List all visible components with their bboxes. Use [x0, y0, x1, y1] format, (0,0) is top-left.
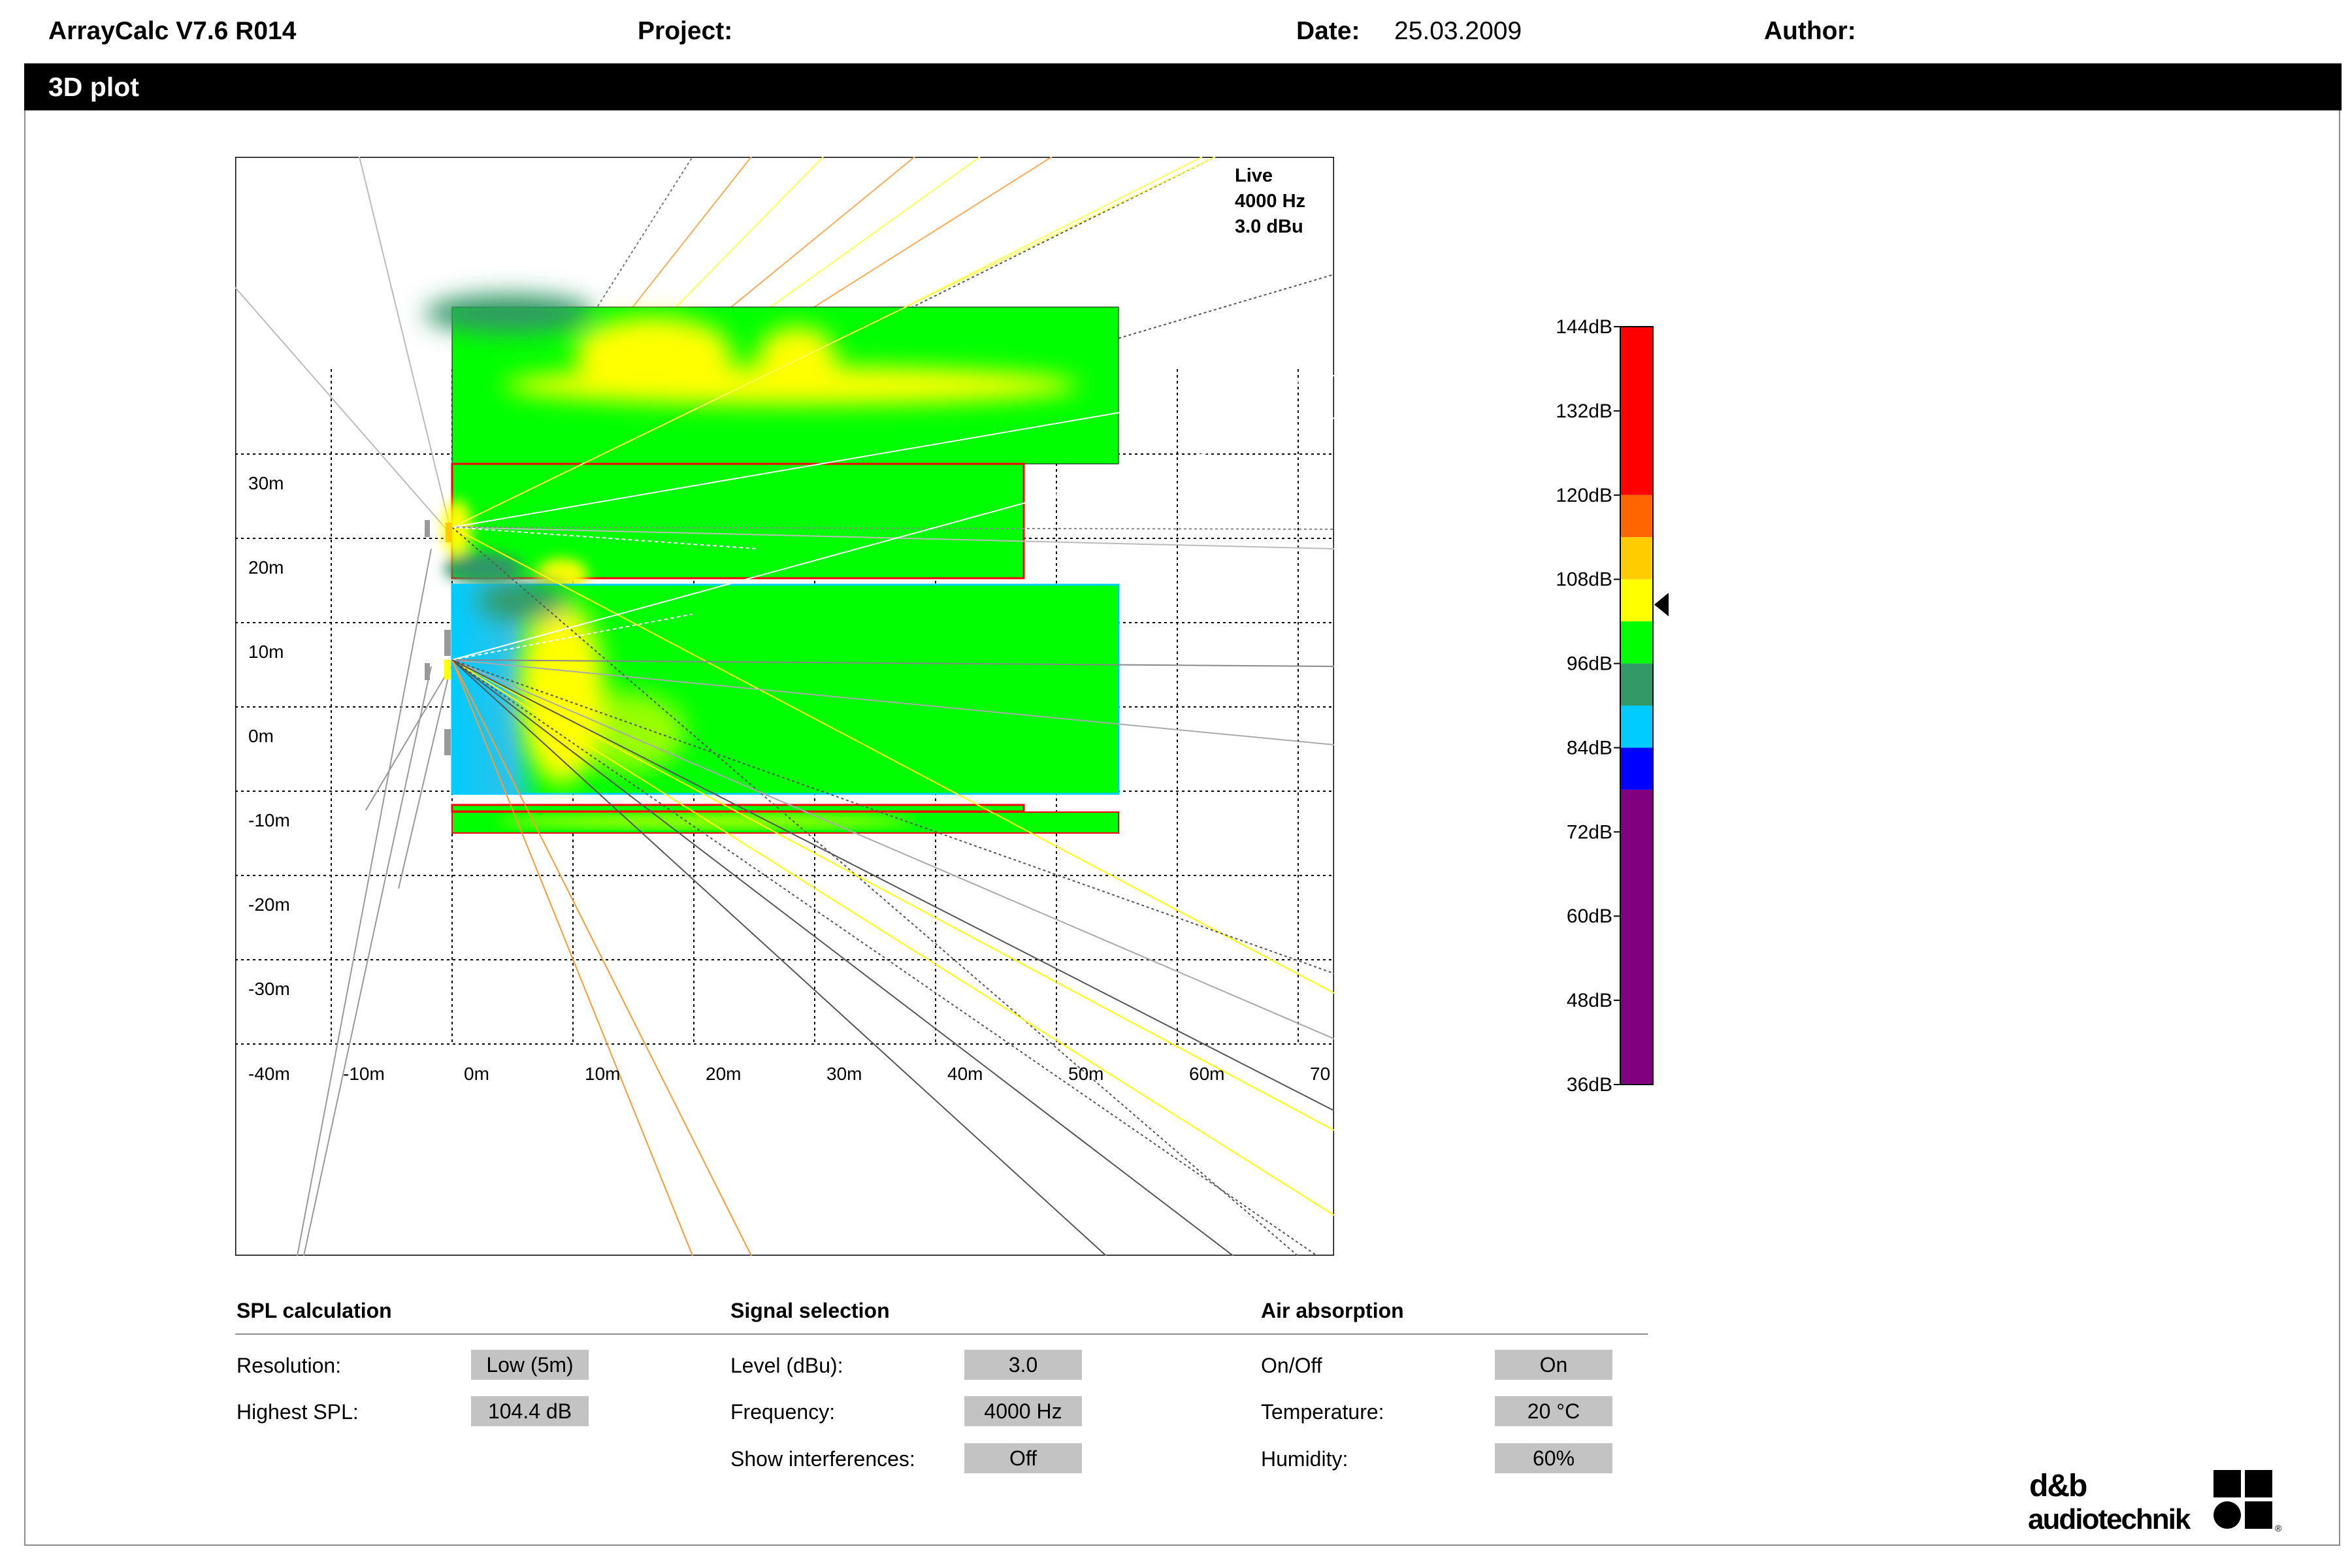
- color-band: [1620, 621, 1653, 664]
- color-scale-label: 48dB: [1567, 990, 1612, 1011]
- resolution-value[interactable]: Low (5m): [471, 1350, 589, 1380]
- absorption-onoff-label: On/Off: [1261, 1354, 1322, 1377]
- y-tick-label: -10m: [248, 810, 290, 830]
- y-tick-label: 10m: [248, 642, 284, 662]
- author-label: Author:: [1764, 17, 1856, 45]
- color-band: [1620, 495, 1653, 538]
- color-band: [1620, 579, 1653, 622]
- svg-text:®: ®: [2275, 1523, 2282, 1533]
- spl-3d-plot[interactable]: Live 4000 Hz 3.0 dBu 30m 20m 10m 0m -10m -20m…: [235, 157, 1334, 1256]
- logo-mark-icon: [2213, 1470, 2272, 1529]
- x-tick-label: 30m: [826, 1064, 862, 1084]
- color-band: [1620, 706, 1653, 748]
- spl-section-title: SPL calculation: [237, 1299, 392, 1322]
- color-scale-label: 108dB: [1556, 569, 1612, 591]
- project-label: Project:: [638, 17, 733, 45]
- color-scale-label: 72dB: [1567, 821, 1612, 843]
- x-tick-label: 60m: [1189, 1064, 1224, 1084]
- y-tick-label: -20m: [248, 894, 290, 915]
- interferences-value[interactable]: Off: [964, 1443, 1082, 1473]
- air-section-title: Air absorption: [1261, 1299, 1404, 1322]
- panel-title: 3D plot: [24, 63, 2342, 110]
- highest-spl-label: Highest SPL:: [237, 1400, 359, 1424]
- interferences-label: Show interferences:: [730, 1447, 915, 1471]
- x-tick-label: 20m: [706, 1064, 741, 1084]
- front-floor-surface: [451, 804, 1119, 834]
- plot-info-level: 3.0 dBu: [1235, 216, 1303, 237]
- temperature-value[interactable]: 20 °C: [1495, 1396, 1612, 1426]
- date-label: Date:: [1296, 17, 1360, 45]
- y-tick-label: -30m: [248, 979, 290, 999]
- frequency-label: Frequency:: [730, 1400, 836, 1424]
- x-tick-label: 50m: [1068, 1064, 1103, 1084]
- x-tick-label: -10m: [343, 1064, 385, 1084]
- y-tick-label: 30m: [248, 473, 284, 493]
- x-tick-label: 0m: [464, 1064, 489, 1084]
- color-scale-label: 120dB: [1556, 485, 1612, 506]
- db-audiotechnik-logo: d&b audiotechnik ®: [2028, 1469, 2282, 1535]
- level-marker-arrow: [1654, 593, 1669, 617]
- app-title: ArrayCalc V7.6 R014: [48, 17, 297, 45]
- color-scale-label: 144dB: [1556, 316, 1612, 338]
- temperature-label: Temperature:: [1261, 1400, 1384, 1424]
- date-value: 25.03.2009: [1394, 17, 1522, 45]
- section-divider: [235, 1333, 1648, 1335]
- frequency-value[interactable]: 4000 Hz: [964, 1396, 1082, 1426]
- color-scale-label: 60dB: [1567, 906, 1612, 927]
- x-tick-label: 70: [1310, 1064, 1330, 1084]
- y-tick-label: 20m: [248, 557, 284, 578]
- logo-text-audiotechnik: audiotechnik: [2028, 1503, 2191, 1535]
- plot-info-frequency: 4000 Hz: [1235, 191, 1305, 212]
- resolution-label: Resolution:: [237, 1354, 342, 1377]
- humidity-label: Humidity:: [1261, 1447, 1348, 1471]
- logo-text-db: d&b: [2029, 1469, 2087, 1503]
- color-scale-label: 36dB: [1567, 1074, 1612, 1096]
- level-value[interactable]: 3.0: [964, 1350, 1082, 1380]
- y-tick-label: 0m: [248, 726, 274, 746]
- x-tick-label: 10m: [585, 1064, 620, 1084]
- color-scale-label: 84dB: [1567, 737, 1612, 759]
- level-label: Level (dBu):: [730, 1354, 843, 1377]
- x-tick-label: -40m: [248, 1064, 290, 1084]
- color-band: [1620, 537, 1653, 580]
- color-band: [1620, 663, 1653, 706]
- color-band: [1620, 747, 1653, 790]
- signal-section-title: Signal selection: [730, 1299, 890, 1322]
- plot-info-mode: Live: [1235, 165, 1273, 186]
- color-scale-label: 132dB: [1556, 400, 1612, 422]
- highest-spl-value: 104.4 dB: [471, 1396, 589, 1426]
- color-scale-label: 96dB: [1567, 653, 1612, 675]
- spl-color-scale: 144dB 132dB 120dB 108dB 96dB 84dB 72dB 60dB 48dB…: [1556, 316, 1669, 1096]
- color-band: [1620, 327, 1653, 495]
- upper-balcony-surface: [425, 294, 1119, 465]
- absorption-onoff-value[interactable]: On: [1495, 1350, 1612, 1380]
- humidity-value[interactable]: 60%: [1495, 1443, 1612, 1473]
- x-tick-label: 40m: [947, 1064, 983, 1084]
- color-band: [1620, 789, 1653, 1085]
